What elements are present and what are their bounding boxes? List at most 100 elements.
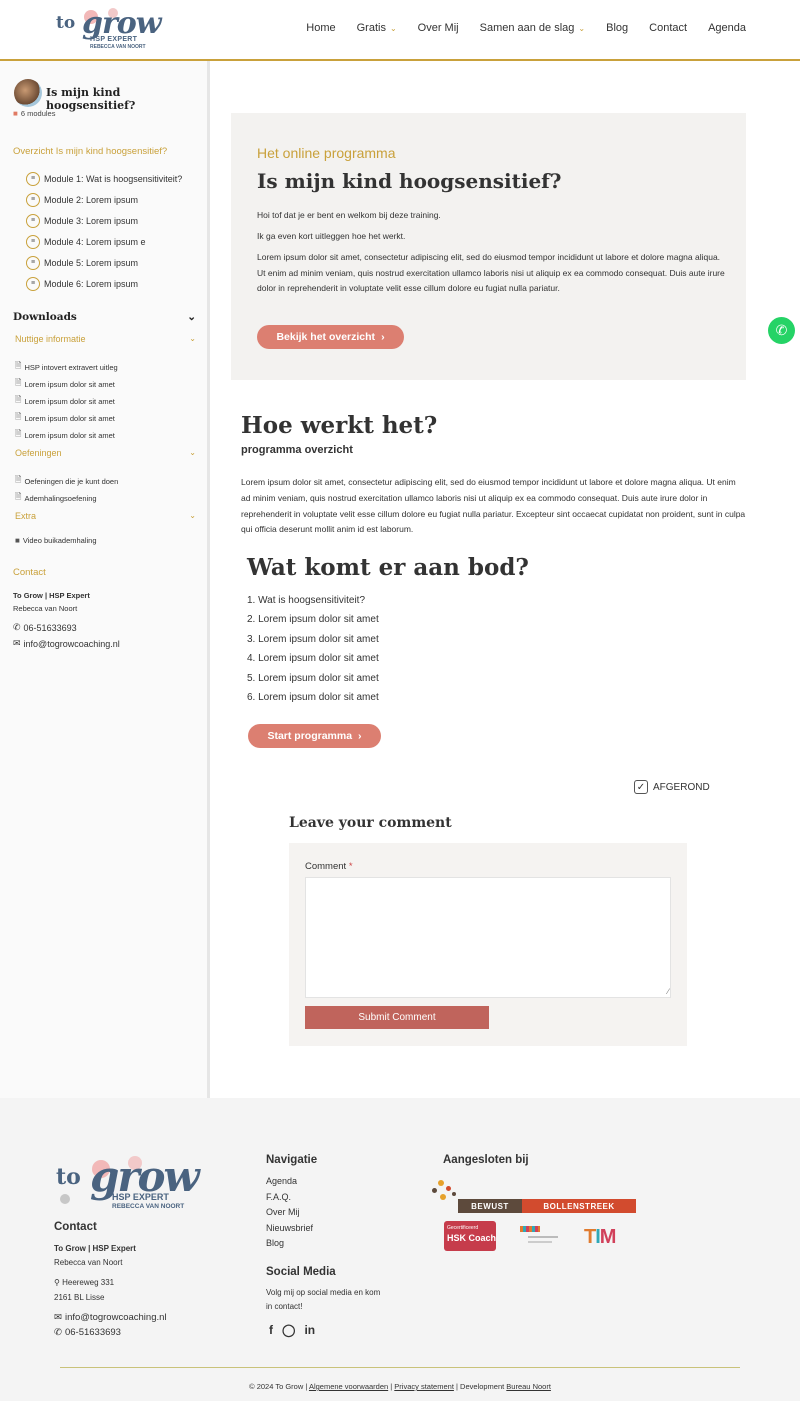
footer-affiliations-heading: Aangesloten bij [443,1154,529,1166]
affiliation-logo[interactable] [516,1224,560,1250]
category-extra[interactable]: Extra ⌄ [15,511,196,521]
list-icon: ≡ [26,234,40,249]
nav-item-gratis[interactable]: Gratis ⌄ [357,22,397,34]
whatsapp-icon[interactable]: ✆ [768,317,795,344]
list-item: 4. Lorem ipsum dolor sit amet [247,653,379,665]
download-link[interactable]: 🗎 Ademhalingsoefening [15,491,97,505]
sidebar-phone[interactable]: ✆ 06-51633693 [13,622,77,633]
chevron-down-icon: ⌄ [189,511,196,520]
download-link[interactable]: ■ Video buikademhaling [15,536,97,545]
nav-item-home[interactable]: Home [306,22,335,34]
category-oefeningen[interactable]: Oefeningen ⌄ [15,448,196,458]
list-icon: ≡ [26,171,40,186]
footer-nav: Agenda F.A.Q. Over Mij Nieuwsbrief Blog [266,1176,313,1254]
linkedin-icon[interactable]: in [304,1323,315,1337]
list-item: 2. Lorem ipsum dolor sit amet [247,614,379,626]
module-link-6[interactable]: ≡ Module 6: Lorem ipsum [26,273,182,294]
footer-logo[interactable]: to grow HSP EXPERT REBECCA VAN NOORT [54,1152,204,1216]
copyright: © 2024 To Grow | Algemene voorwaarden | … [249,1382,551,1391]
download-link[interactable]: 🗎 Lorem ipsum dolor sit amet [15,428,115,442]
instagram-icon[interactable]: ◯ [282,1323,295,1337]
module-link-5[interactable]: ≡ Module 5: Lorem ipsum [26,252,182,273]
nav-item-samen[interactable]: Samen aan de slag ⌄ [480,22,586,34]
avatar [14,79,42,107]
module-link-1[interactable]: ≡ Module 1: Wat is hoogsensitiviteit? [26,168,182,189]
course-sidebar: Is mijn kind hoogsensitief? ■ 6 modules … [0,61,210,1098]
footer-contact-heading: Contact [54,1221,97,1233]
footer-nav-item[interactable]: Blog [266,1238,313,1254]
social-links: f ◯ in [269,1323,315,1337]
comment-label: Comment * [305,861,353,872]
site-logo[interactable]: to grow HSP EXPERT REBECCA VAN NOORT [54,6,162,52]
nav-item-agenda[interactable]: Agenda [708,22,746,34]
chevron-right-icon: › [381,331,385,343]
bewust-bollenstreek-logo[interactable]: BEWUST BOLLENSTREEK [430,1178,640,1214]
download-link[interactable]: 🗎 HSP intovert extravert uitleg [15,360,118,374]
file-icon: 🗎 [15,412,22,421]
developer-link[interactable]: Bureau Noort [506,1382,551,1391]
modules-count: ■ 6 modules [13,109,56,118]
list-icon: ≡ [26,213,40,228]
envelope-icon: ✉ [54,1312,62,1323]
file-icon: 🗎 [15,395,22,404]
footer-social-text-2: in contact! [266,1302,303,1311]
overview-button[interactable]: Bekijk het overzicht › [257,325,404,349]
sidebar-company: To Grow | HSP Expert [13,591,90,600]
chevron-down-icon: ⌄ [189,448,196,457]
footer-nav-item[interactable]: Agenda [266,1176,313,1192]
list-icon: ≡ [26,255,40,270]
list-icon: ≡ [26,276,40,291]
footer-nav-item[interactable]: Over Mij [266,1207,313,1223]
chevron-down-icon: ⌄ [389,23,397,33]
privacy-link[interactable]: Privacy statement [394,1382,454,1391]
checkbox-checked-icon: ✓ [634,780,648,794]
category-nuttige-informatie[interactable]: Nuttige informatie ⌄ [15,334,196,344]
footer-social-heading: Social Media [266,1266,336,1278]
terms-link[interactable]: Algemene voorwaarden [309,1382,388,1391]
download-link[interactable]: 🗎 Oefeningen die je kunt doen [15,474,118,488]
chevron-down-icon: ⌄ [189,334,196,343]
footer-nav-item[interactable]: F.A.Q. [266,1192,313,1208]
footer-company: To Grow | HSP Expert [54,1244,136,1253]
footer-nav-heading: Navigatie [266,1154,318,1166]
nav-item-contact[interactable]: Contact [649,22,687,34]
folder-icon: ■ [13,109,18,118]
phone-icon: ✆ [13,622,21,632]
download-link[interactable]: 🗎 Lorem ipsum dolor sit amet [15,377,115,391]
module-link-2[interactable]: ≡ Module 2: Lorem ipsum [26,189,182,210]
downloads-toggle[interactable]: Downloads ⌄ [13,311,196,323]
overview-link[interactable]: Overzicht Is mijn kind hoogsensitief? [13,146,167,157]
module-link-4[interactable]: ≡ Module 4: Lorem ipsum e [26,231,182,252]
file-icon: 🗎 [15,361,22,370]
list-item: 5. Lorem ipsum dolor sit amet [247,672,379,684]
chevron-down-icon: ⌄ [578,23,586,33]
resize-handle-icon[interactable]: ∕ [668,987,669,996]
footer-contact-name: Rebecca van Noort [54,1258,123,1267]
logo-owner: REBECCA VAN NOORT [90,44,146,50]
file-icon: 🗎 [15,378,22,387]
intro-paragraph-3: Lorem ipsum dolor sit amet, consectetur … [257,252,725,293]
download-link[interactable]: 🗎 Lorem ipsum dolor sit amet [15,411,115,425]
nav-item-over-mij[interactable]: Over Mij [418,22,459,34]
footer-nav-item[interactable]: Nieuwsbrief [266,1223,313,1239]
nav-item-blog[interactable]: Blog [606,22,628,34]
footer-divider [60,1367,740,1368]
module-link-3[interactable]: ≡ Module 3: Lorem ipsum [26,210,182,231]
footer-email[interactable]: ✉ info@togrowcoaching.nl [54,1312,167,1323]
submit-comment-button[interactable]: Submit Comment [305,1006,489,1029]
sidebar-email[interactable]: ✉ info@togrowcoaching.nl [13,638,120,649]
how-text: Lorem ipsum dolor sit amet, consectetur … [241,477,746,535]
start-program-button[interactable]: Start programma › [248,724,381,748]
download-link[interactable]: 🗎 Lorem ipsum dolor sit amet [15,394,115,408]
site-footer: to grow HSP EXPERT REBECCA VAN NOORT Con… [0,1098,800,1401]
hsk-coach-logo[interactable]: Gecertificeerd HSK Coach [444,1221,496,1251]
intro-paragraph-1: Hoi tof dat je er bent en welkom bij dez… [257,210,441,220]
list-icon: ≡ [26,192,40,207]
facebook-icon[interactable]: f [269,1323,273,1337]
footer-phone[interactable]: ✆ 06-51633693 [54,1327,121,1338]
mark-complete-button[interactable]: ✓ AFGEROND [634,780,710,794]
file-icon: 🗎 [15,492,22,501]
comment-textarea[interactable]: ∕ [305,877,671,998]
intro-paragraph-2: Ik ga even kort uitleggen hoe het werkt. [257,231,406,241]
tim-logo[interactable]: TIM [584,1226,616,1249]
